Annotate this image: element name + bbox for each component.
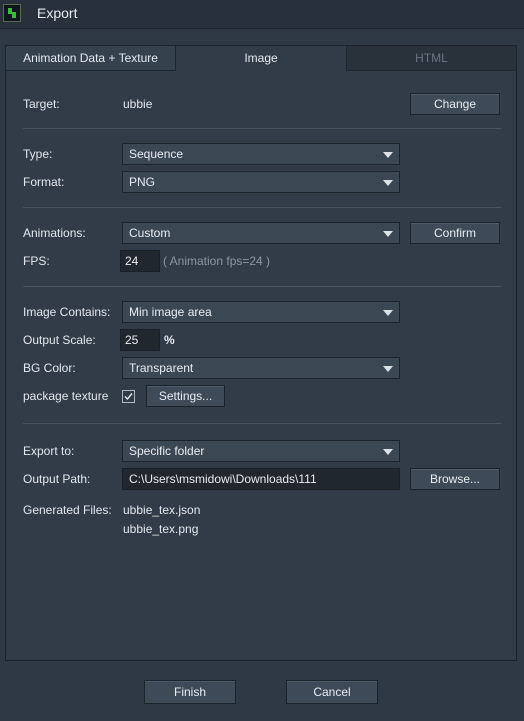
fps-hint: ( Animation fps=24 ) — [163, 254, 271, 268]
change-button[interactable]: Change — [410, 93, 500, 115]
tab-animation-data-texture[interactable]: Animation Data + Texture — [6, 46, 176, 71]
generated-file-item: ubbie_tex.json — [123, 503, 201, 517]
type-select-value: Sequence — [129, 147, 184, 161]
format-select[interactable]: PNG — [122, 171, 400, 193]
chevron-down-icon — [383, 310, 393, 316]
export-panel: Animation Data + Texture Image HTML Targ… — [5, 45, 517, 661]
animations-label: Animations: — [23, 226, 86, 240]
fps-input[interactable]: 24 — [120, 250, 160, 272]
format-select-value: PNG — [129, 175, 156, 189]
divider — [23, 423, 501, 424]
export-to-select-value: Specific folder — [129, 444, 205, 458]
package-texture-label: package texture — [23, 389, 109, 403]
finish-button[interactable]: Finish — [144, 680, 236, 704]
divider — [23, 286, 501, 287]
app-logo-icon — [3, 4, 21, 22]
percent-unit: % — [164, 333, 175, 347]
chevron-down-icon — [383, 180, 393, 186]
image-contains-select[interactable]: Min image area — [122, 301, 400, 323]
export-to-select[interactable]: Specific folder — [122, 440, 400, 462]
title-bar: Export — [0, 0, 524, 29]
cancel-button[interactable]: Cancel — [286, 680, 378, 704]
chevron-down-icon — [383, 366, 393, 372]
browse-button[interactable]: Browse... — [410, 468, 500, 490]
divider — [23, 128, 501, 129]
tab-html: HTML — [346, 46, 516, 71]
type-label: Type: — [23, 147, 53, 161]
tab-image[interactable]: Image — [176, 46, 346, 71]
chevron-down-icon — [383, 152, 393, 158]
chevron-down-icon — [383, 449, 393, 455]
generated-files-label: Generated Files: — [23, 503, 112, 517]
checkmark-icon — [124, 393, 133, 401]
chevron-down-icon — [383, 231, 393, 237]
type-select[interactable]: Sequence — [122, 143, 400, 165]
animations-select[interactable]: Custom — [122, 222, 400, 244]
bg-color-select-value: Transparent — [129, 361, 194, 375]
fps-label: FPS: — [23, 254, 50, 268]
output-scale-input[interactable]: 25 — [120, 329, 160, 351]
window-title: Export — [37, 5, 78, 21]
image-contains-select-value: Min image area — [129, 305, 212, 319]
target-label: Target: — [23, 97, 60, 111]
tab-bar: Animation Data + Texture Image HTML — [6, 46, 516, 71]
settings-button[interactable]: Settings... — [146, 385, 225, 407]
format-label: Format: — [23, 175, 65, 189]
output-path-input[interactable]: C:\Users\msmidowi\Downloads\111 — [122, 468, 400, 490]
generated-file-item: ubbie_tex.png — [123, 522, 199, 536]
bg-color-select[interactable]: Transparent — [122, 357, 400, 379]
output-path-label: Output Path: — [23, 472, 91, 486]
export-to-label: Export to: — [23, 444, 75, 458]
animations-select-value: Custom — [129, 226, 171, 240]
output-scale-label: Output Scale: — [23, 333, 96, 347]
bg-color-label: BG Color: — [23, 361, 76, 375]
confirm-button[interactable]: Confirm — [410, 222, 500, 244]
divider — [23, 207, 501, 208]
image-contains-label: Image Contains: — [23, 305, 111, 319]
package-texture-checkbox[interactable] — [122, 390, 135, 403]
target-value: ubbie — [123, 97, 153, 111]
